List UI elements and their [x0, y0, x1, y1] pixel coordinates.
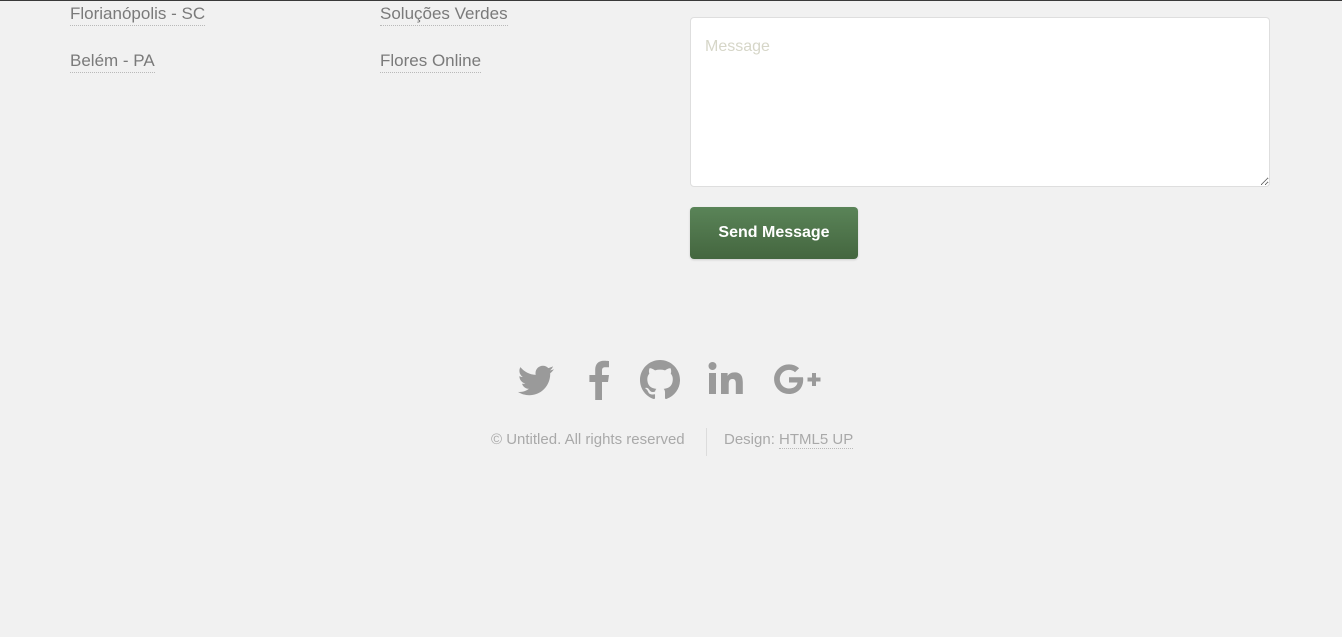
facebook-icon[interactable]: [585, 360, 611, 400]
design-credit-link[interactable]: HTML5 UP: [779, 431, 854, 449]
social-icons: [0, 360, 1342, 400]
copyright-divider: [706, 428, 707, 456]
twitter-icon[interactable]: [516, 360, 556, 400]
copyright-bar: © Untitled. All rights reserved Design: …: [0, 428, 1342, 456]
send-message-button[interactable]: Send Message: [690, 207, 858, 259]
partner-link-flores-online[interactable]: Flores Online: [380, 50, 482, 73]
linkedin-icon[interactable]: [707, 360, 745, 400]
message-textarea[interactable]: [690, 17, 1270, 187]
top-divider: [0, 0, 1342, 1]
github-icon[interactable]: [640, 360, 680, 400]
google-plus-icon[interactable]: [773, 360, 823, 400]
design-credit: Design: HTML5 UP: [724, 431, 854, 449]
copyright-text: © Untitled. All rights reserved: [491, 431, 685, 448]
design-credit-label: Design:: [724, 431, 775, 448]
partner-link-solucoes-verdes[interactable]: Soluções Verdes: [380, 3, 508, 26]
location-link-belem[interactable]: Belém - PA: [70, 50, 155, 73]
location-link-florianopolis[interactable]: Florianópolis - SC: [70, 3, 206, 26]
